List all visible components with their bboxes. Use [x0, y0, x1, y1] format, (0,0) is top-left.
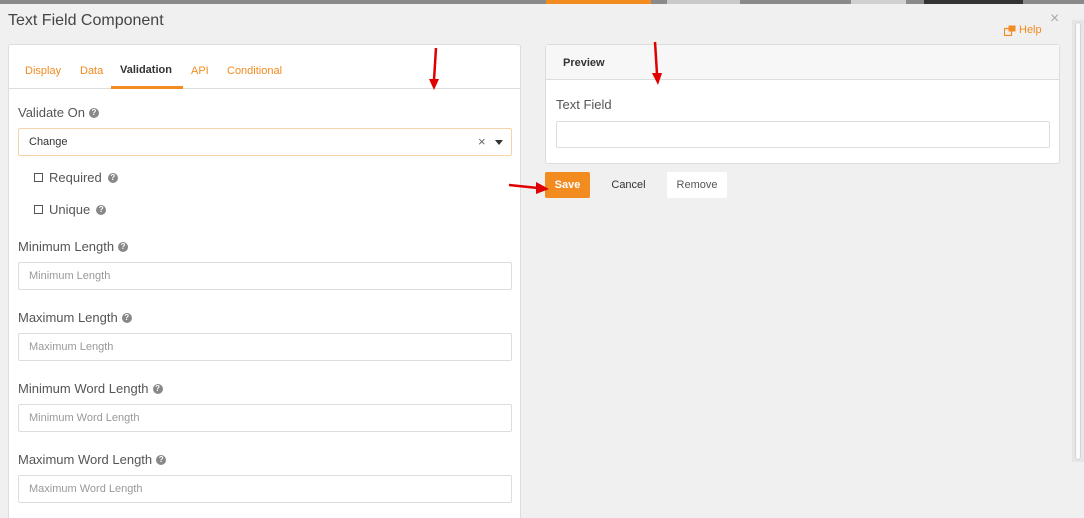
clear-selection-icon[interactable]: × [478, 134, 486, 149]
toolbar-chip [546, 0, 651, 4]
dropdown-arrow-icon[interactable] [495, 140, 503, 145]
help-question-icon: ? [107, 172, 118, 183]
preview-panel: Preview Text Field [545, 44, 1060, 164]
help-question-icon: ? [156, 454, 167, 465]
unique-checkbox-row[interactable]: Unique ? [34, 202, 107, 217]
preview-field-label: Text Field [556, 97, 612, 112]
minimum-word-length-input[interactable] [18, 404, 512, 432]
maximum-word-length-label: Maximum Word Length ? [18, 452, 167, 467]
toolbar-chip [851, 0, 906, 4]
maximum-length-input[interactable] [18, 333, 512, 361]
tab-conditional[interactable]: Conditional [227, 65, 282, 77]
unique-label: Unique [49, 202, 91, 217]
help-question-icon: ? [152, 383, 163, 394]
help-question-icon: ? [121, 312, 132, 323]
validate-on-select[interactable]: Change × [18, 128, 512, 156]
validate-on-label: Validate On ? [18, 105, 99, 120]
tab-api[interactable]: API [191, 65, 209, 77]
active-tab-indicator [111, 86, 183, 89]
toolbar-chip [667, 0, 740, 4]
preview-header: Preview [546, 45, 1059, 80]
maximum-length-label: Maximum Length ? [18, 310, 132, 325]
settings-panel: Display Data Validation API Conditional … [8, 44, 521, 518]
help-link[interactable]: Help [1004, 24, 1042, 36]
dialog-title: Text Field Component [8, 12, 164, 29]
scrollbar-thumb[interactable] [1075, 22, 1081, 460]
tab-validation[interactable]: Validation [120, 64, 172, 76]
cancel-button[interactable]: Cancel [601, 172, 656, 198]
help-question-icon: ? [118, 241, 129, 252]
validate-on-value: Change [29, 136, 68, 148]
help-question-icon: ? [96, 204, 107, 215]
save-button[interactable]: Save [545, 172, 590, 198]
minimum-length-label: Minimum Length ? [18, 239, 129, 254]
tab-data[interactable]: Data [80, 65, 103, 77]
required-checkbox-row[interactable]: Required ? [34, 170, 118, 185]
help-label: Help [1019, 24, 1042, 36]
remove-button[interactable]: Remove [667, 172, 727, 198]
tab-display[interactable]: Display [25, 65, 61, 77]
unique-checkbox[interactable] [34, 205, 43, 214]
preview-heading: Preview [563, 57, 605, 69]
close-button[interactable]: × [1050, 10, 1059, 28]
required-label: Required [49, 170, 102, 185]
minimum-word-length-label: Minimum Word Length ? [18, 381, 163, 396]
external-link-icon [1004, 25, 1016, 36]
minimum-length-input[interactable] [18, 262, 512, 290]
scrollbar[interactable] [1072, 20, 1084, 462]
preview-text-input[interactable] [556, 121, 1050, 148]
tab-bar: Display Data Validation API Conditional [9, 45, 520, 89]
help-question-icon: ? [88, 107, 99, 118]
required-checkbox[interactable] [34, 173, 43, 182]
maximum-word-length-input[interactable] [18, 475, 512, 503]
top-toolbar-strip [0, 0, 1084, 4]
toolbar-chip [924, 0, 1023, 4]
